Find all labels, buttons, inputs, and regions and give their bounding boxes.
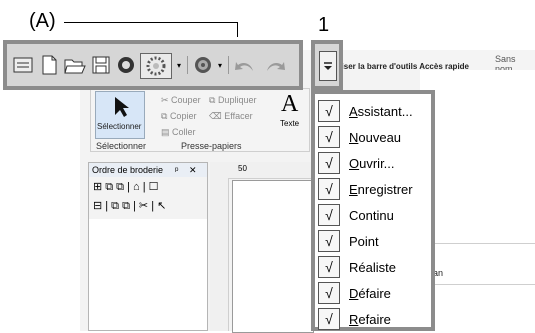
ribbon: Sélectionner ✂ Couper ⧉ Dupliquer ⧉ Copi… [90,88,310,152]
paste-button[interactable]: ▤ Coller [161,127,196,138]
quick-access-toolbar: ▾ ▾ [3,40,303,90]
embroidery-order-panel: Ordre de broderie ᵖ ✕ ⊞ ⧉ ⧉ | ⌂ | ☐ ⊟ | … [88,162,208,331]
open-icon[interactable] [63,53,87,77]
right-pane-divider [420,284,535,285]
pin-icon[interactable]: ᵖ [175,163,178,177]
check-icon: √ [318,204,340,226]
menu-item-label: Point [349,233,379,249]
menu-item-label: Ouvrir... [349,155,395,171]
duplicate-button[interactable]: ⧉ Dupliquer [209,95,256,106]
menu-item-label: Enregistrer [349,181,413,197]
assistant-icon[interactable] [11,53,35,77]
menu-item-save[interactable]: √ Enregistrer [315,176,431,202]
select-tool-button[interactable]: Sélectionner [95,91,145,139]
group-select-label: Sélectionner [96,141,147,151]
menu-item-point[interactable]: √ Point [315,228,431,254]
panel-title: Ordre de broderie ᵖ ✕ [89,163,207,177]
menu-item-realistic[interactable]: √ Réaliste [315,254,431,280]
callout-1: 1 [318,14,330,36]
menu-item-undo[interactable]: √ Défaire [315,280,431,306]
right-pane-divider [420,243,535,244]
check-icon: √ [318,178,340,200]
menu-item-open[interactable]: √ Ouvrir... [315,150,431,176]
menu-item-assistant[interactable]: √ Assistant... [315,98,431,124]
check-icon: √ [318,152,340,174]
check-icon: √ [318,100,340,122]
menu-item-label: Continu [349,207,394,223]
callout-a: (A) [29,10,56,32]
customize-arrow-icon [324,62,332,70]
dropdown-arrow-icon[interactable]: ▾ [173,53,185,77]
cut-button[interactable]: ✂ Couper [161,95,201,106]
menu-item-redo[interactable]: √ Refaire [315,306,431,332]
check-icon: √ [318,282,340,304]
panel-tool-icon[interactable]: ⊟ | ⧉ ⧉ | ✂ | ↖ [93,199,166,213]
customize-qat-menu: √ Assistant... √ Nouveau √ Ouvrir... √ E… [311,90,435,331]
menu-item-label: Refaire [349,311,391,327]
separator [228,56,229,74]
customize-qat-highlight [311,40,343,90]
save-icon[interactable] [89,53,113,77]
menu-item-new[interactable]: √ Nouveau [315,124,431,150]
dropdown-arrow-icon[interactable]: ▾ [214,53,226,77]
arrow-cursor-icon [115,97,129,117]
check-icon: √ [318,256,340,278]
text-a-icon: A [281,91,299,117]
check-icon: √ [318,126,340,148]
ruler-mark: 50 [238,164,247,173]
redo-icon[interactable] [263,53,287,77]
realistic-icon[interactable] [191,53,215,77]
menu-item-label: Nouveau [349,129,402,145]
point-icon[interactable] [140,53,172,79]
menu-item-label: Assistant... [349,103,413,119]
undo-icon[interactable] [233,53,257,77]
group-clipboard-label: Presse-papiers [181,141,242,151]
erase-button[interactable]: ⌫ Effacer [209,111,253,122]
customize-qat-header: naliser la barre d'outils Accès rapide [330,62,469,71]
menu-item-continuous[interactable]: √ Continu [315,202,431,228]
select-tool-label: Sélectionner [97,122,142,131]
text-tool-label: Texte [280,119,300,128]
menu-item-label: Réaliste [349,259,396,275]
callout-a-leader [64,22,238,37]
check-icon: √ [318,230,340,252]
menu-item-label: Défaire [349,285,391,301]
continuous-icon[interactable] [114,53,138,77]
new-icon[interactable] [37,53,61,77]
right-pane: ruban [420,70,535,331]
text-tool-button[interactable]: A Texte [276,91,306,136]
customize-qat-button[interactable] [319,51,337,81]
check-icon: √ [318,308,340,330]
panel-tool-icon[interactable]: ⊞ ⧉ ⧉ | ⌂ | ☐ [93,180,158,194]
panel-toolbar: ⊞ ⧉ ⧉ | ⌂ | ☐ ⊟ | ⧉ ⧉ | ✂ | ↖ [89,177,207,219]
design-canvas[interactable] [232,180,314,333]
close-icon[interactable]: ✕ [189,163,197,177]
separator [187,56,188,74]
copy-button[interactable]: ⧉ Copier [161,111,196,122]
horizontal-ruler: 50 [228,162,313,179]
vertical-ruler [210,162,229,331]
